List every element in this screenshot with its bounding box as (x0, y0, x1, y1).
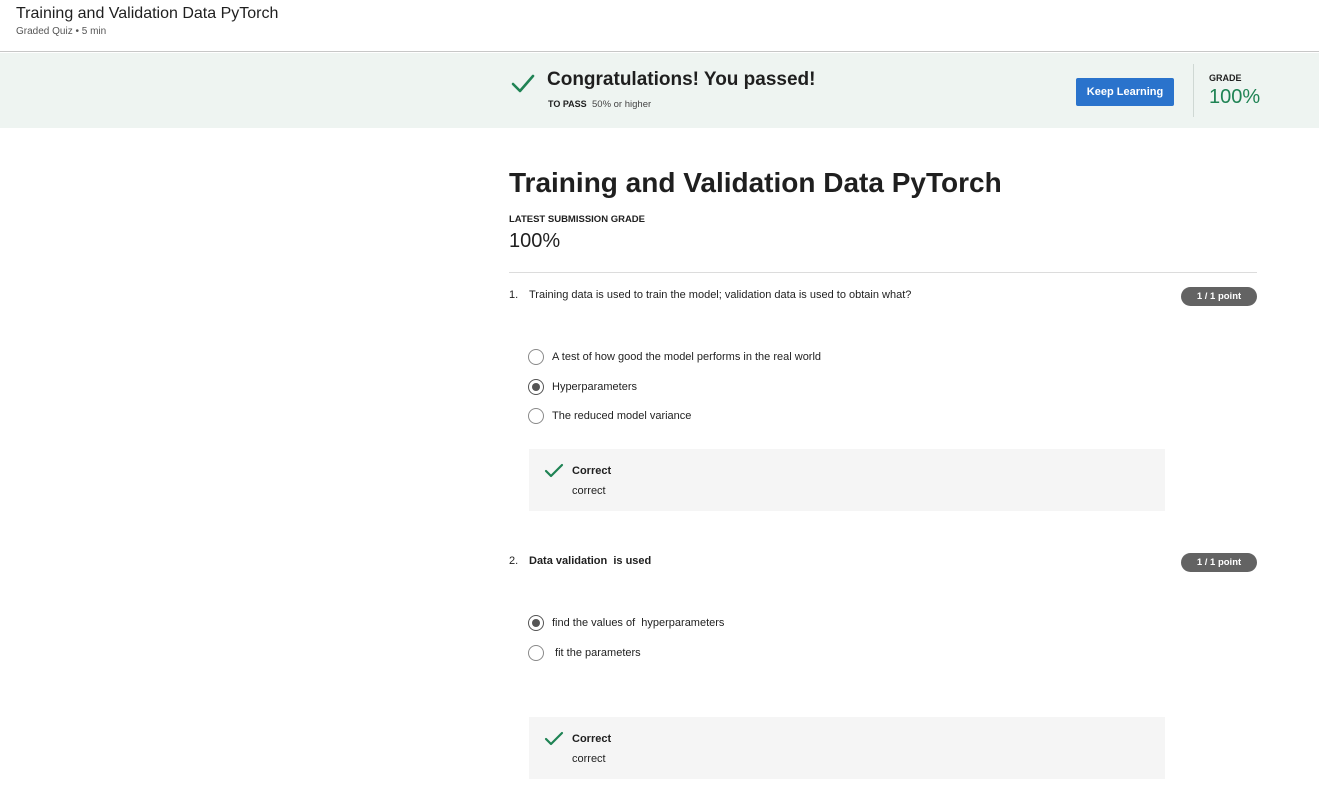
grade-value: 100% (1209, 86, 1261, 108)
banner-divider (1193, 64, 1194, 117)
feedback-title: Correct (572, 465, 612, 477)
radio-button[interactable] (528, 645, 544, 661)
option-label: Hyperparameters (552, 381, 637, 393)
check-icon (544, 463, 564, 478)
feedback-box: Correct correct (529, 449, 1165, 511)
answer-option[interactable]: Hyperparameters (528, 379, 637, 395)
grade-label: GRADE (1209, 73, 1242, 83)
question-number: 1. (509, 289, 519, 301)
header-title: Training and Validation Data PyTorch (16, 5, 279, 22)
pass-message: Congratulations! You passed! (547, 69, 816, 90)
option-label: The reduced model variance (552, 410, 692, 422)
answer-option[interactable]: The reduced model variance (528, 408, 691, 424)
radio-button[interactable] (528, 408, 544, 424)
radio-button-selected[interactable] (528, 615, 544, 631)
check-icon (511, 74, 535, 93)
content-divider (509, 272, 1257, 273)
radio-button-selected[interactable] (528, 379, 544, 395)
feedback-box: Correct correct (529, 717, 1165, 779)
option-label: fit the parameters (552, 647, 641, 659)
to-pass-value: 50% or higher (592, 99, 652, 110)
feedback-title: Correct (572, 733, 612, 745)
to-pass-label: TO PASS (548, 99, 587, 109)
feedback-text: correct (572, 485, 606, 497)
header-subtitle: Graded Quiz • 5 min (16, 26, 107, 37)
answer-option[interactable]: fit the parameters (528, 645, 641, 661)
top-header: Training and Validation Data PyTorch Gra… (0, 0, 1319, 52)
points-badge: 1 / 1 point (1181, 553, 1257, 572)
feedback-text: correct (572, 753, 606, 765)
question-text: Data validation is used (529, 555, 652, 567)
answer-option[interactable]: find the values of hyperparameters (528, 615, 724, 631)
points-badge: 1 / 1 point (1181, 287, 1257, 306)
page-title: Training and Validation Data PyTorch (509, 167, 1002, 198)
question-number: 2. (509, 555, 519, 567)
latest-grade-label: LATEST SUBMISSION GRADE (509, 214, 645, 225)
radio-button[interactable] (528, 349, 544, 365)
question-text: Training data is used to train the model… (529, 289, 912, 301)
keep-learning-button[interactable]: Keep Learning (1076, 78, 1174, 106)
answer-option[interactable]: A test of how good the model performs in… (528, 349, 821, 365)
option-label: A test of how good the model performs in… (552, 351, 822, 363)
check-icon (544, 731, 564, 746)
option-label: find the values of hyperparameters (552, 617, 725, 629)
latest-grade-value: 100% (509, 230, 561, 252)
